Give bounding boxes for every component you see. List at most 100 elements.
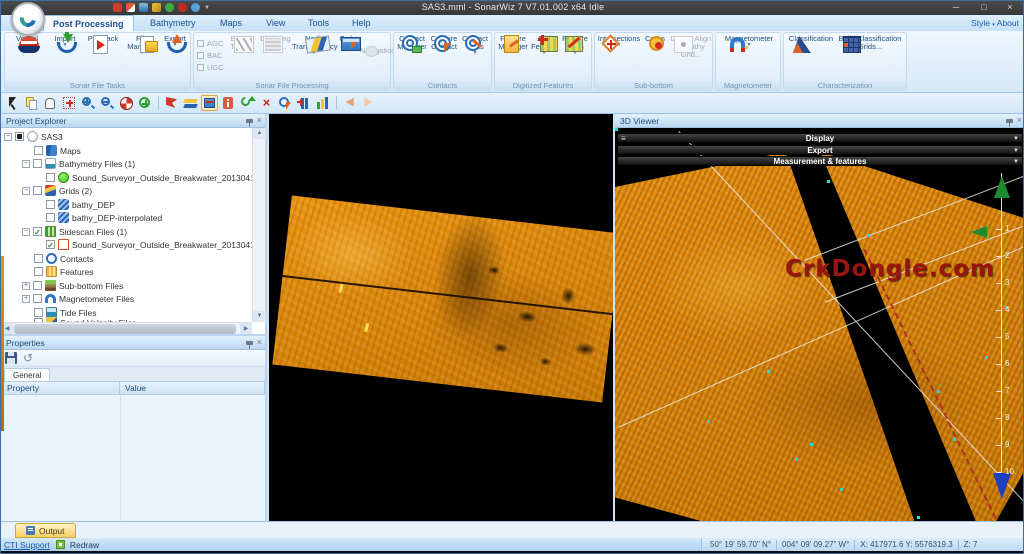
project-explorer-header[interactable]: Project Explorer — [1, 114, 265, 128]
sidescan-mosaic[interactable] — [272, 195, 613, 402]
tree-item-bathy-dep[interactable]: bathy_DEP — [1, 198, 252, 211]
ugc-checkbox-box[interactable] — [197, 64, 204, 71]
tree-item-sas3[interactable]: − SAS3 — [1, 130, 252, 143]
minimize-button[interactable]: ─ — [943, 1, 969, 14]
tree-checkbox[interactable] — [33, 159, 42, 168]
tab-maps[interactable]: Maps — [211, 15, 251, 31]
collapse-icon[interactable]: − — [22, 160, 30, 168]
viewer-3d-header[interactable]: 3D Viewer — [615, 114, 1024, 128]
tree-checkbox[interactable] — [46, 173, 55, 182]
bac-checkbox[interactable]: BAC — [197, 49, 224, 61]
contact-tools-button[interactable]: Contact Tools▼ — [460, 35, 490, 55]
maximize-button[interactable]: □ — [971, 1, 997, 14]
tab-help[interactable]: Help — [343, 15, 380, 31]
scroll-down-icon[interactable]: ▼ — [253, 311, 266, 322]
tree-item-bathy-dep-interpolated[interactable]: bathy_DEP-interpolated — [1, 211, 252, 224]
tree-item-features[interactable]: Features — [1, 265, 252, 278]
feature-tools-button[interactable]: Feature Tools▼ — [559, 35, 591, 55]
expand-icon[interactable]: + — [22, 282, 30, 290]
undo-icon[interactable]: ↺ — [23, 352, 33, 364]
pin-icon[interactable] — [246, 341, 253, 345]
cti-support-link[interactable]: CTI Support — [4, 540, 50, 550]
tree-checkbox[interactable] — [46, 200, 55, 209]
viewer-3d-scene[interactable]: CrkDongle.com 1 2 3 4 5 6 7 8 9 10 ≡ Dis… — [615, 128, 1024, 521]
magnetometer-button[interactable]: Magnetometer▼ — [722, 35, 776, 47]
info-icon[interactable] — [220, 95, 237, 111]
expand-icon[interactable]: + — [22, 295, 30, 303]
tree-checkbox-checked[interactable]: ✓ — [33, 227, 42, 236]
tree-checkbox[interactable] — [34, 146, 43, 155]
tree-item-magnetometer-files[interactable]: + Magnetometer Files — [1, 292, 252, 305]
close-panel-icon[interactable]: × — [257, 338, 262, 347]
pan-icon[interactable] — [42, 95, 59, 111]
collapse-icon[interactable]: − — [22, 228, 30, 236]
menu-icon[interactable]: ≡ — [621, 134, 626, 143]
export-section-bar[interactable]: Export ▼ — [617, 145, 1023, 155]
tree-checkbox[interactable] — [34, 267, 43, 276]
bac-checkbox-box[interactable] — [197, 52, 204, 59]
nadir-transparency-button[interactable]: Nadir Transparency▼ — [292, 35, 336, 55]
zoom-window-icon[interactable] — [61, 95, 78, 111]
feature-manager-button[interactable]: Feature Manager — [497, 35, 529, 51]
display-section-bar[interactable]: ≡ Display ▼ — [617, 133, 1023, 143]
close-panel-icon[interactable]: × — [1017, 116, 1022, 125]
tree-item-grids[interactable]: − Grids (2) — [1, 184, 252, 197]
agc-checkbox-box[interactable] — [197, 40, 204, 47]
capture-contact-tool-icon[interactable] — [277, 95, 294, 111]
contact-manager-button[interactable]: Contact Manager — [396, 35, 428, 51]
about-menu[interactable]: About — [997, 18, 1019, 28]
copy-icon[interactable] — [23, 95, 40, 111]
tree-checkbox[interactable] — [33, 186, 42, 195]
zoom-center-icon[interactable] — [137, 95, 154, 111]
properties-header[interactable]: Properties — [1, 336, 265, 350]
vessel-button[interactable]: Vessel▼ — [9, 35, 45, 47]
classification-button[interactable]: Classification — [786, 35, 836, 43]
ugc-checkbox[interactable]: UGC — [197, 61, 224, 73]
output-tab[interactable]: Output — [15, 523, 76, 538]
chevron-down-icon[interactable]: ▼ — [1013, 135, 1019, 144]
order-button[interactable]: Order▼ — [336, 35, 362, 47]
sonar-map-view[interactable] — [269, 114, 613, 521]
add-feature-button[interactable]: Add Feature▼ — [529, 35, 559, 55]
collapse-icon[interactable]: − — [22, 187, 30, 195]
export-button[interactable]: Export▼ — [159, 35, 191, 47]
sonarwiz-logo[interactable] — [11, 2, 45, 36]
chevron-down-icon[interactable]: ▼ — [1013, 158, 1019, 167]
file-manager-button[interactable]: File Manager▼ — [123, 35, 161, 55]
tab-bathymetry[interactable]: Bathymetry — [141, 15, 205, 31]
playback-button[interactable]: Playback — [83, 35, 123, 43]
measurement-section-bar[interactable]: Measurement & features ▼ — [617, 156, 1023, 166]
tree-item-sub-bottom-files[interactable]: + Sub-bottom Files — [1, 279, 252, 292]
scroll-up-icon[interactable]: ▲ — [253, 128, 266, 139]
scroll-thumb[interactable] — [14, 324, 236, 334]
chevron-down-icon[interactable]: ▼ — [1013, 147, 1019, 156]
tree-checkbox-checked[interactable]: ✓ — [46, 240, 55, 249]
tree-item-sidescan-files[interactable]: − ✓ Sidescan Files (1) — [1, 225, 252, 238]
tab-post-processing[interactable]: Post Processing — [43, 15, 134, 31]
zoom-out-icon[interactable] — [99, 95, 116, 111]
property-column-header[interactable]: Property — [1, 381, 120, 395]
pin-icon[interactable] — [1006, 119, 1013, 123]
delete-icon[interactable]: × — [258, 95, 275, 111]
close-panel-icon[interactable]: × — [257, 116, 262, 125]
tree-vertical-scrollbar[interactable]: ▲ ▼ — [252, 128, 265, 322]
measure-flag-icon[interactable] — [163, 95, 180, 111]
tree-checkbox[interactable] — [34, 254, 43, 263]
zoom-extents-icon[interactable] — [118, 95, 135, 111]
zoom-in-icon[interactable] — [80, 95, 97, 111]
cores-button[interactable]: Cores▼ — [641, 35, 669, 47]
save-icon[interactable] — [5, 352, 17, 364]
tab-tools[interactable]: Tools — [299, 15, 338, 31]
import-button[interactable]: Import▼ — [47, 35, 83, 47]
intersections-button[interactable]: Intersections▼ — [597, 35, 641, 47]
tree-item-bathymetry-files[interactable]: − Bathymetry Files (1) — [1, 157, 252, 170]
pin-icon[interactable] — [246, 119, 253, 123]
tree-checkbox[interactable] — [33, 294, 42, 303]
capture-contact-button[interactable]: Capture Contact — [428, 35, 460, 51]
agc-checkbox[interactable]: AGC — [197, 37, 224, 49]
refresh-icon[interactable] — [239, 95, 256, 111]
nadir-view-icon[interactable] — [201, 95, 218, 111]
tree-item-maps[interactable]: Maps — [1, 144, 252, 157]
view-back-icon[interactable]: ◀ — [341, 95, 358, 111]
chart-icon[interactable] — [315, 95, 332, 111]
